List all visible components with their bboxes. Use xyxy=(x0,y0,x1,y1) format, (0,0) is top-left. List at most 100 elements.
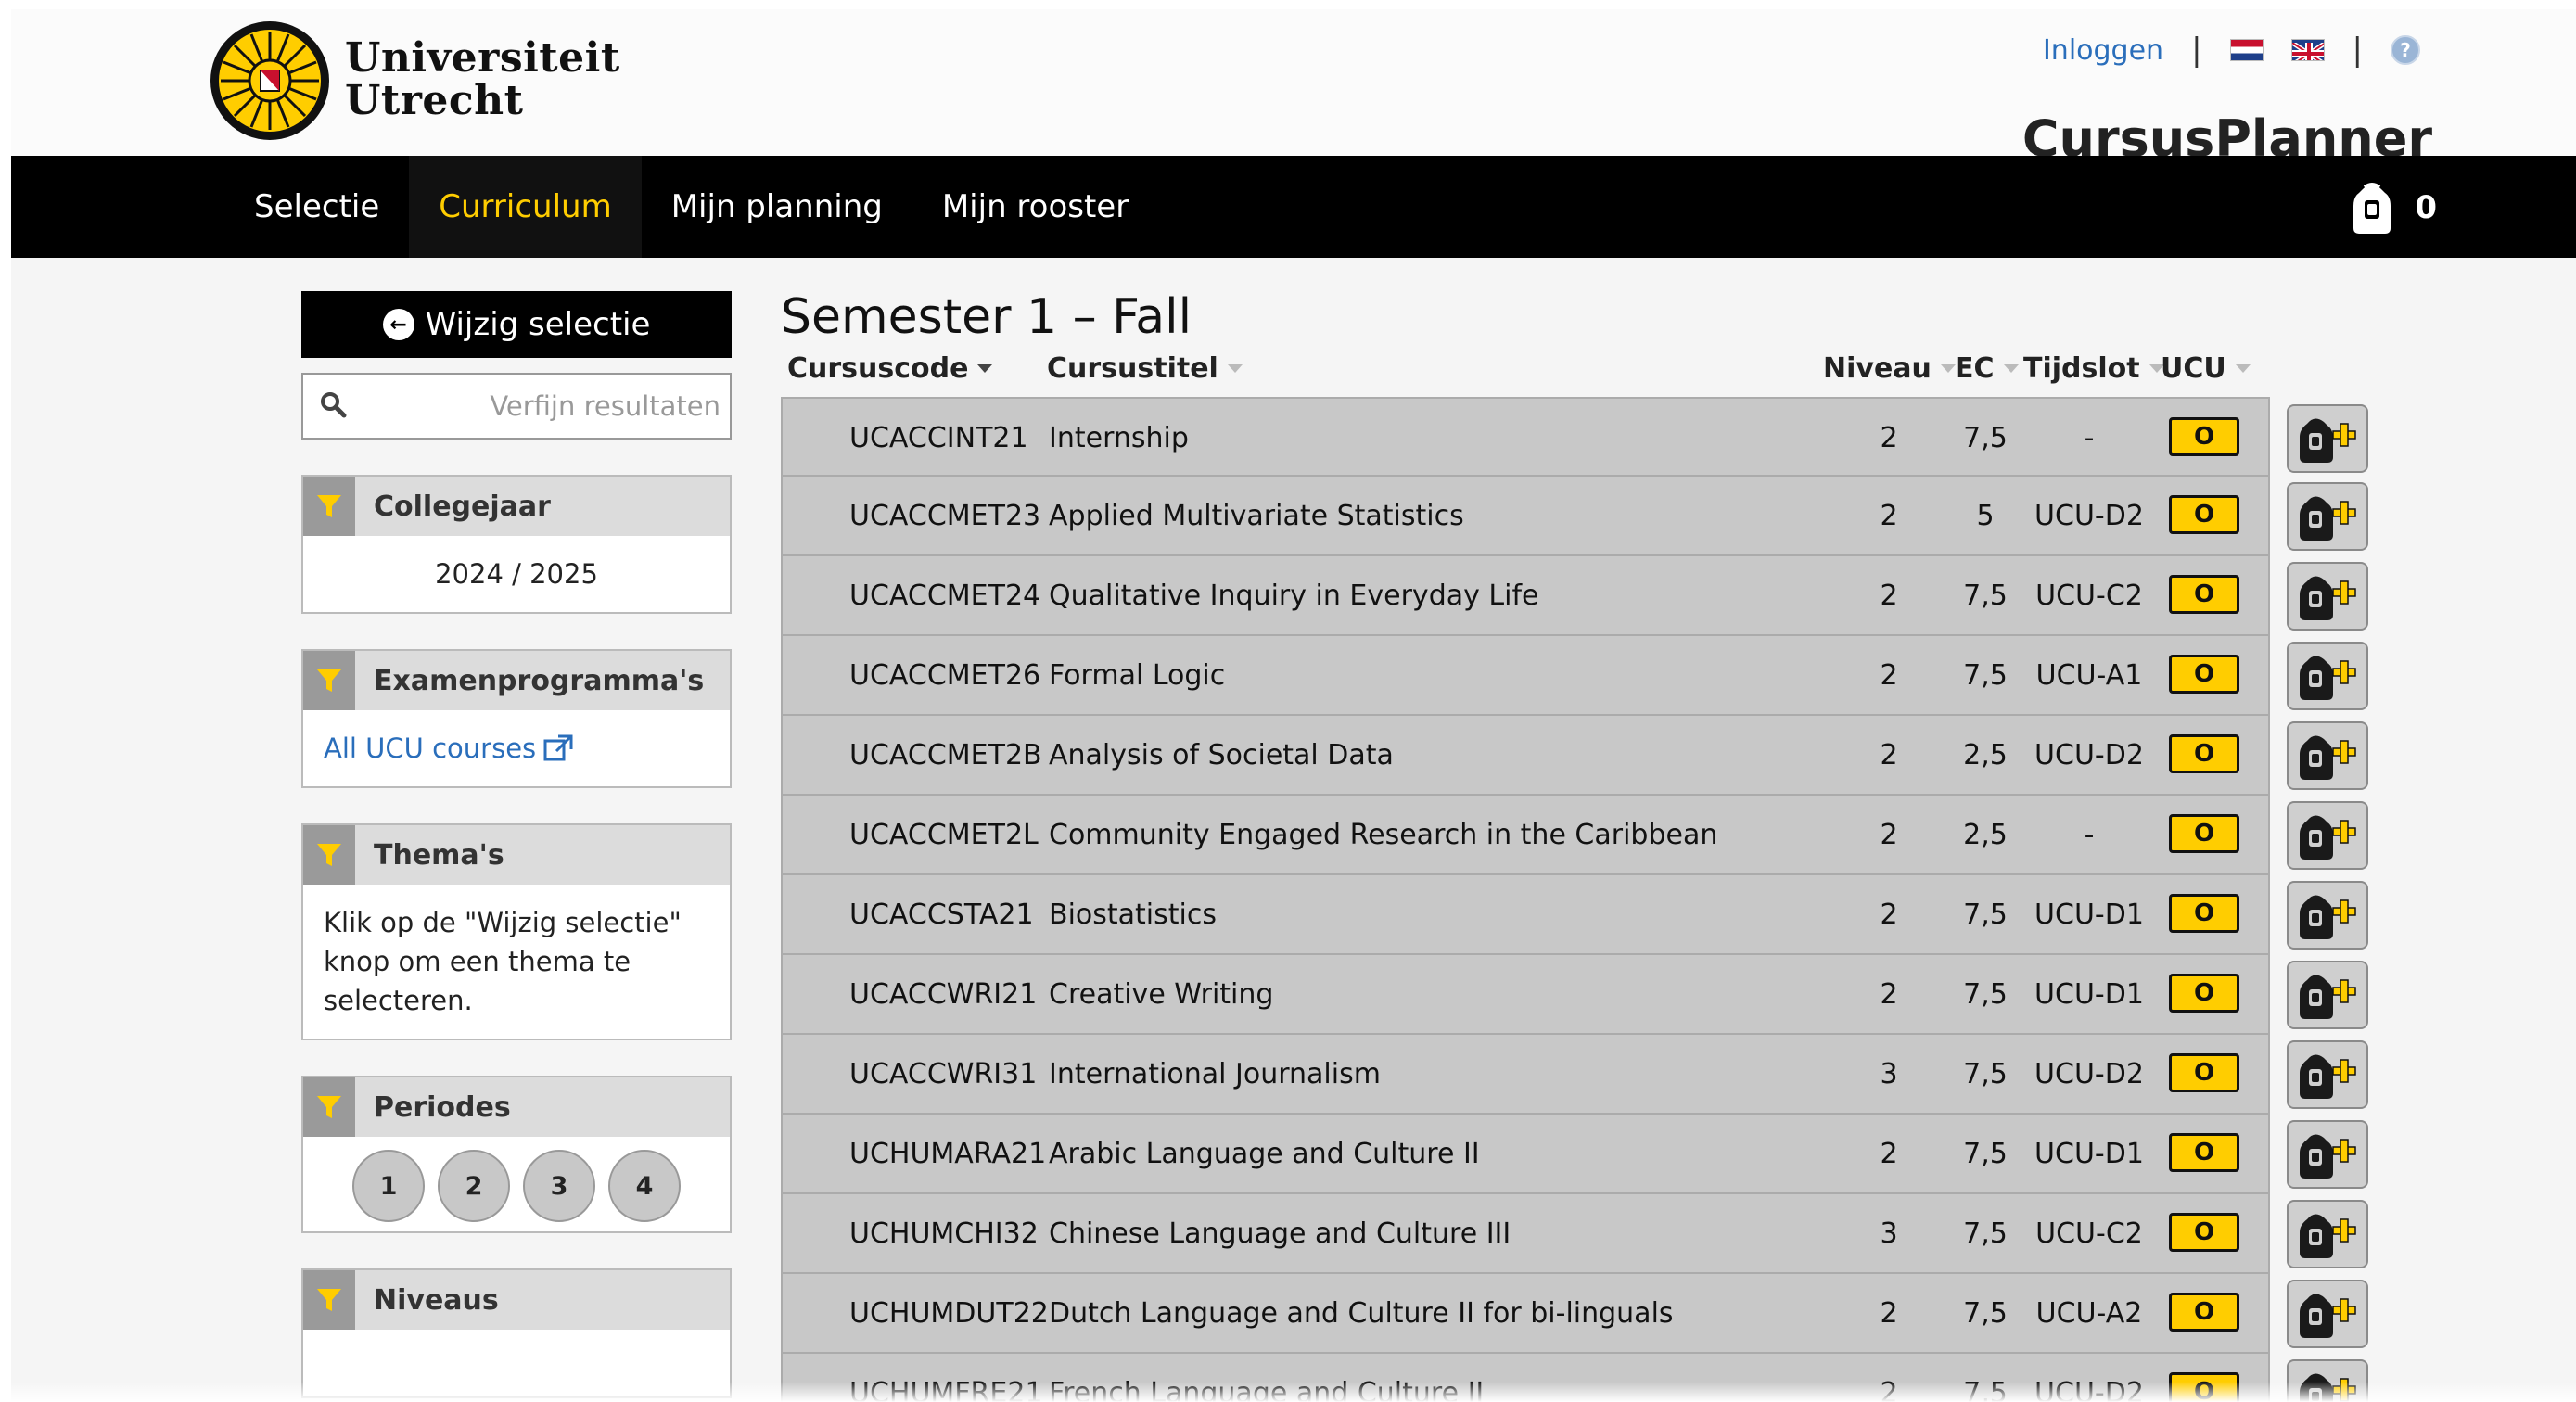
add-to-planning-button[interactable] xyxy=(2287,801,2368,870)
period-toggle-2[interactable]: 2 xyxy=(438,1150,510,1222)
course-code: UCACCSTA21 xyxy=(849,898,1034,931)
course-ec: 7,5 xyxy=(1963,1296,2008,1330)
add-to-planning-button[interactable] xyxy=(2287,961,2368,1029)
refine-search-input[interactable] xyxy=(359,380,721,432)
backpack-icon xyxy=(2353,183,2391,234)
sort-cursuscode[interactable]: Cursuscode xyxy=(787,352,993,385)
facet-header[interactable]: Collegejaar xyxy=(303,477,730,536)
add-to-backpack-icon xyxy=(2300,656,2356,700)
period-toggle-3[interactable]: 3 xyxy=(523,1150,595,1222)
ucu-status-badge: O xyxy=(2169,495,2239,534)
add-to-planning-button[interactable] xyxy=(2287,881,2368,950)
course-level: 2 xyxy=(1880,1296,1898,1330)
sort-niveau[interactable]: Niveau xyxy=(1823,352,1956,385)
course-title: Formal Logic xyxy=(1049,658,1226,692)
facet-header[interactable]: Thema's xyxy=(303,825,730,885)
university-wordmark[interactable]: Universiteit Utrecht xyxy=(345,37,620,122)
course-row[interactable]: UCHUMARA21 Arabic Language and Culture II… xyxy=(781,1115,2368,1194)
course-title: Community Engaged Research in the Caribb… xyxy=(1049,818,1718,851)
sort-ucu[interactable]: UCU xyxy=(2161,352,2251,385)
course-level: 2 xyxy=(1880,738,1898,771)
university-seal-logo[interactable] xyxy=(210,20,330,141)
column-label: UCU xyxy=(2161,352,2226,385)
facet-header[interactable]: Niveaus xyxy=(303,1270,730,1330)
ucu-status-badge: O xyxy=(2169,894,2239,933)
flag-uk-icon[interactable] xyxy=(2290,39,2325,61)
course-level: 2 xyxy=(1880,658,1898,692)
course-row[interactable]: UCACCWRI31 International Journalism 3 7,5 UC… xyxy=(781,1035,2368,1115)
add-to-planning-button[interactable] xyxy=(2287,642,2368,710)
sort-caret-icon xyxy=(2235,364,2251,373)
add-to-planning-button[interactable] xyxy=(2287,482,2368,551)
help-icon[interactable]: ? xyxy=(2391,35,2420,65)
course-ec: 7,5 xyxy=(1963,421,2008,454)
course-code: UCHUMCHI32 xyxy=(849,1217,1039,1250)
nav-item-mijn-planning[interactable]: Mijn planning xyxy=(642,156,912,258)
course-ec: 2,5 xyxy=(1963,738,2008,771)
ucu-status-badge: O xyxy=(2169,417,2239,456)
course-level: 2 xyxy=(1880,499,1898,532)
nav-item-mijn-rooster[interactable]: Mijn rooster xyxy=(912,156,1158,258)
course-timeslot: UCU-D1 xyxy=(2034,898,2144,931)
course-timeslot: UCU-D2 xyxy=(2034,1057,2144,1090)
add-to-planning-button[interactable] xyxy=(2287,721,2368,790)
filter-funnel-icon xyxy=(303,1077,355,1137)
facet-header[interactable]: Periodes xyxy=(303,1077,730,1137)
course-title: Qualitative Inquiry in Everyday Life xyxy=(1049,579,1539,612)
course-title: Biostatistics xyxy=(1049,898,1217,931)
ucu-status-badge: O xyxy=(2169,1133,2239,1172)
course-timeslot: UCU-D2 xyxy=(2034,499,2144,532)
add-to-planning-button[interactable] xyxy=(2287,1040,2368,1109)
change-selection-button[interactable]: ← Wijzig selectie xyxy=(301,291,732,358)
course-row[interactable]: UCACCMET23 Applied Multivariate Statistic… xyxy=(781,477,2368,556)
add-to-planning-button[interactable] xyxy=(2287,1280,2368,1348)
facet-collegejaar: Collegejaar 2024 / 2025 xyxy=(301,475,732,614)
course-ec: 7,5 xyxy=(1963,1057,2008,1090)
add-to-backpack-icon xyxy=(2300,1134,2356,1179)
course-timeslot: - xyxy=(2084,818,2095,851)
course-title: Arabic Language and Culture II xyxy=(1049,1137,1480,1170)
course-code: UCACCMET26 xyxy=(849,658,1041,692)
wordmark-line-2: Utrecht xyxy=(345,77,524,124)
facet-title: Examenprogramma's xyxy=(374,664,705,697)
facet-header[interactable]: Examenprogramma's xyxy=(303,651,730,710)
sort-cursustitel[interactable]: Cursustitel xyxy=(1047,352,1243,385)
login-link[interactable]: Inloggen xyxy=(2043,34,2163,67)
add-to-planning-button[interactable] xyxy=(2287,562,2368,631)
sort-caret-icon xyxy=(1940,364,1956,373)
sort-ec[interactable]: EC xyxy=(1955,352,2019,385)
union-jack-icon xyxy=(2291,40,2324,60)
all-ucu-courses-link[interactable]: All UCU courses xyxy=(324,729,573,768)
course-row[interactable]: UCACCSTA21 Biostatistics 2 7,5 UCU-D1 O xyxy=(781,875,2368,955)
ucu-status-badge: O xyxy=(2169,1053,2239,1092)
course-row[interactable]: UCACCMET24 Qualitative Inquiry in Everyda… xyxy=(781,556,2368,636)
nav-item-curriculum[interactable]: Curriculum xyxy=(409,156,642,258)
course-row[interactable]: UCHUMDUT22 Dutch Language and Culture II … xyxy=(781,1274,2368,1354)
course-title: International Journalism xyxy=(1049,1057,1381,1090)
course-row[interactable]: UCACCWRI21 Creative Writing 2 7,5 UCU-D1 O xyxy=(781,955,2368,1035)
course-level: 3 xyxy=(1880,1217,1898,1250)
refine-search-field[interactable] xyxy=(301,373,732,440)
course-row[interactable]: UCACCMET2L Community Engaged Research in … xyxy=(781,796,2368,875)
add-to-planning-button[interactable] xyxy=(2287,404,2368,473)
period-toggle-4[interactable]: 4 xyxy=(608,1150,681,1222)
period-toggles: 1 2 3 4 xyxy=(303,1137,730,1231)
course-ec: 2,5 xyxy=(1963,818,2008,851)
nav-item-selectie[interactable]: Selectie xyxy=(224,156,409,258)
flag-nl-icon[interactable] xyxy=(2229,39,2264,61)
period-toggle-1[interactable]: 1 xyxy=(352,1150,425,1222)
add-to-planning-button[interactable] xyxy=(2287,1120,2368,1189)
backpack-cart[interactable]: 0 xyxy=(2344,180,2437,236)
course-title: Internship xyxy=(1049,421,1189,454)
course-row[interactable]: UCHUMCHI32 Chinese Language and Culture I… xyxy=(781,1194,2368,1274)
sort-tijdslot[interactable]: Tijdslot xyxy=(2023,352,2164,385)
app-title: CursusPlanner xyxy=(2021,113,2432,156)
course-level: 2 xyxy=(1880,818,1898,851)
add-to-backpack-icon xyxy=(2300,735,2356,780)
course-row[interactable]: UCACCMET2B Analysis of Societal Data 2 2,5 U… xyxy=(781,716,2368,796)
add-to-planning-button[interactable] xyxy=(2287,1200,2368,1268)
course-row[interactable]: UCACCINT21 Internship 2 7,5 - O xyxy=(781,397,2368,477)
course-row[interactable]: UCACCMET26 Formal Logic 2 7,5 UCU-A1 O xyxy=(781,636,2368,716)
sort-caret-icon xyxy=(1227,364,1243,373)
ucu-status-badge: O xyxy=(2169,734,2239,773)
